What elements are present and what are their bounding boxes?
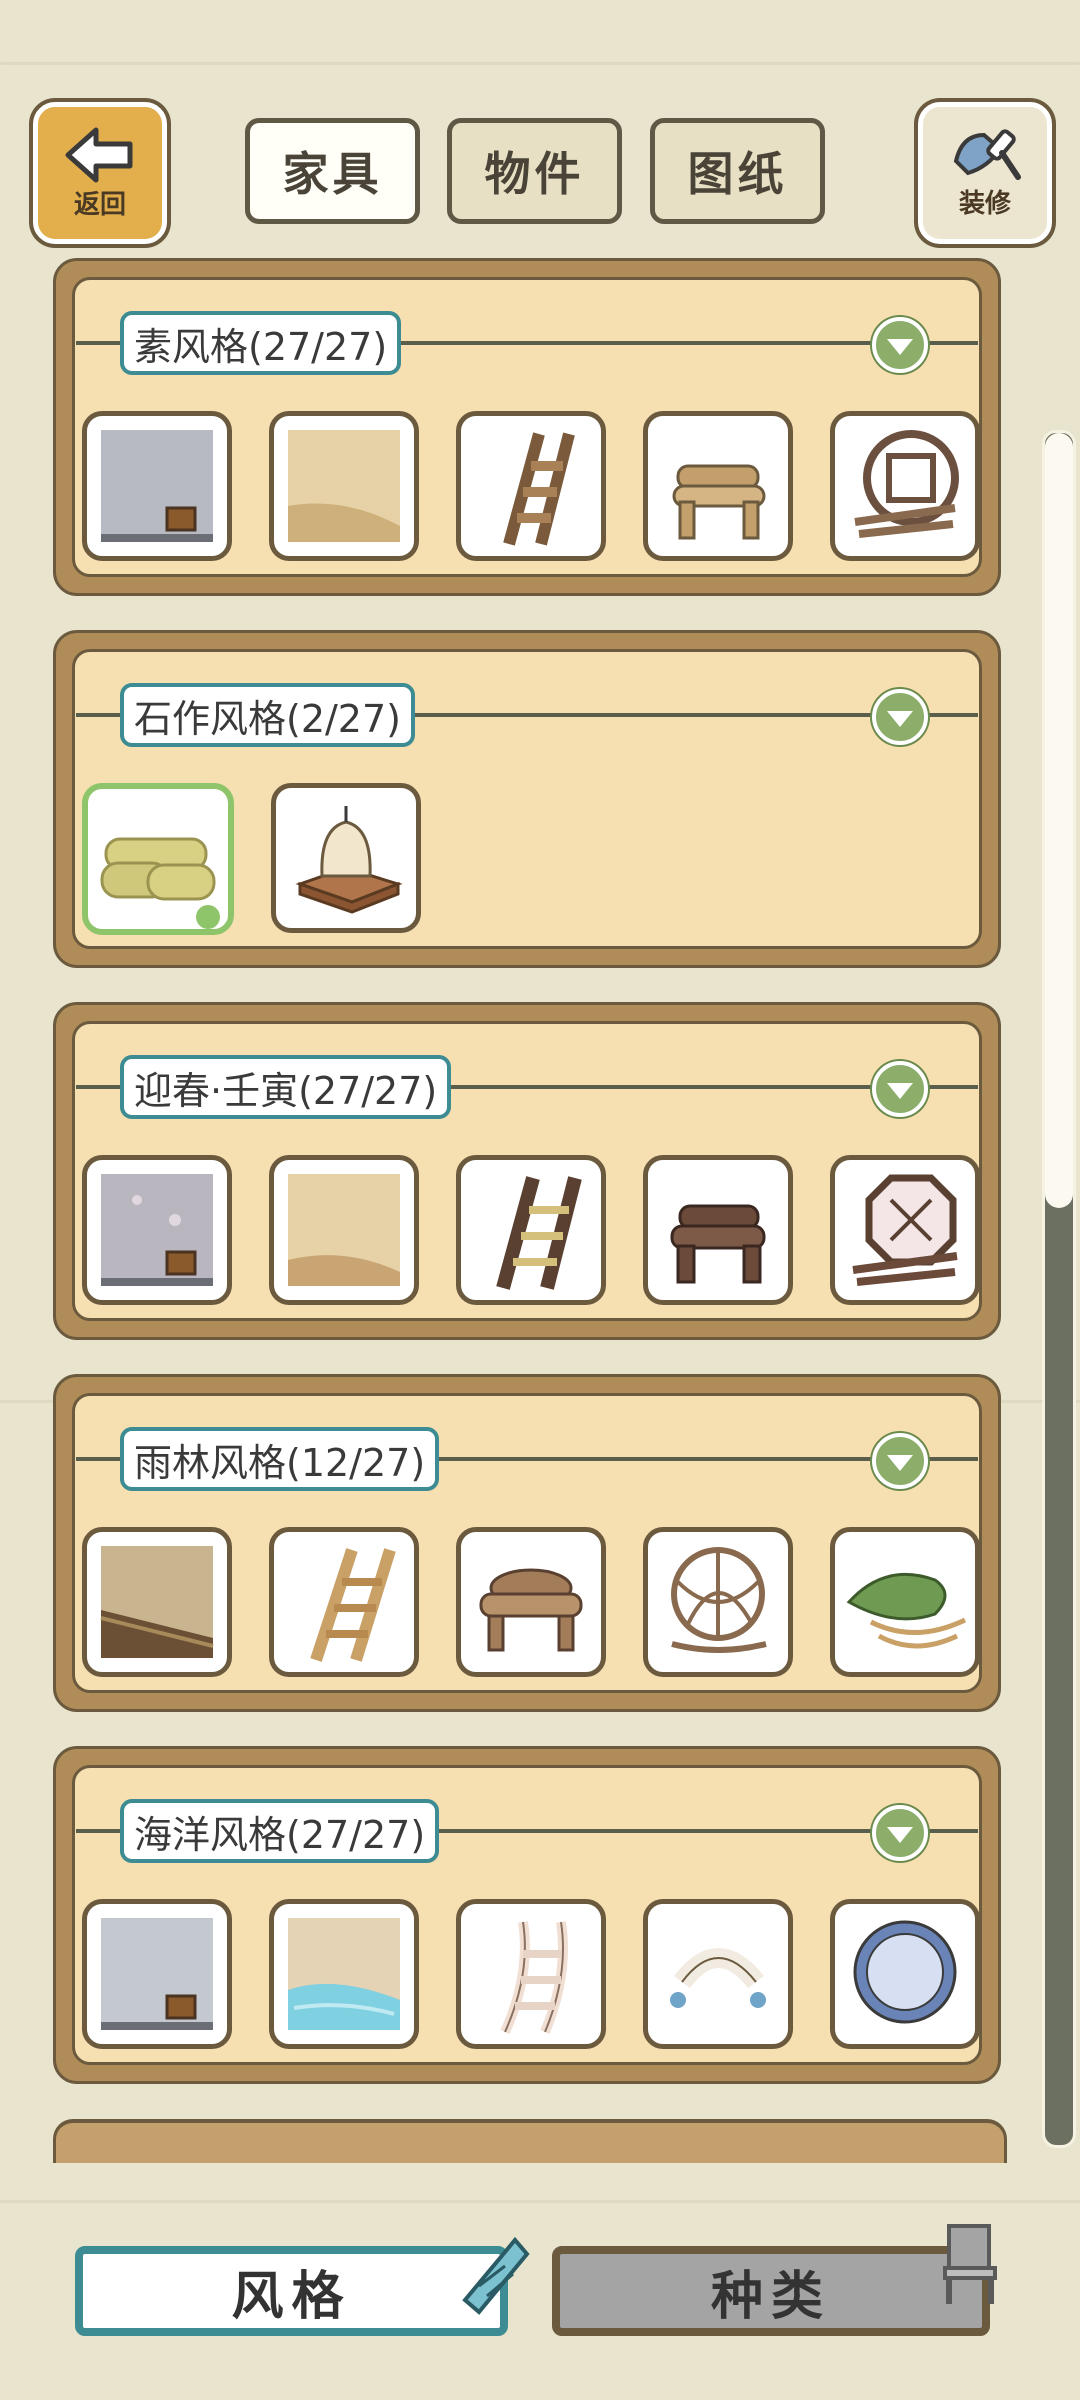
- back-arrow-icon: [65, 127, 133, 182]
- section-title: 雨林风格(12/27): [120, 1427, 440, 1491]
- tab-furniture[interactable]: 家具: [245, 118, 420, 224]
- style-button[interactable]: 风格: [75, 2246, 508, 2336]
- log-table-item[interactable]: [456, 1527, 606, 1677]
- paw-icon: [196, 905, 220, 929]
- ladder-item[interactable]: [456, 411, 606, 561]
- next-section-peek: [53, 2119, 1007, 2163]
- back-label: 返回: [73, 189, 126, 220]
- background-line: [0, 2200, 1080, 2203]
- collapse-toggle-icon[interactable]: [872, 1061, 928, 1117]
- style-section: 素风格(27/27): [53, 258, 1001, 596]
- shell-item[interactable]: [643, 1899, 793, 2049]
- wall-item[interactable]: [82, 411, 232, 561]
- scrollbar-thumb[interactable]: [1045, 433, 1073, 1208]
- log-bench-item[interactable]: [643, 411, 793, 561]
- style-section: 海洋风格(27/27): [53, 1746, 1001, 2084]
- log-bench-item[interactable]: [643, 1155, 793, 1305]
- chair-icon: [943, 2224, 997, 2304]
- style-section: 雨林风格(12/27): [53, 1374, 1001, 1712]
- bottom-nav: 风格 种类: [0, 2224, 1080, 2400]
- stone-lamp-item[interactable]: [271, 783, 421, 933]
- window-item[interactable]: [830, 411, 980, 561]
- style-section: 石作风格(2/27): [53, 630, 1001, 968]
- decorate-button[interactable]: 装修: [918, 102, 1052, 244]
- floor-item[interactable]: [82, 1527, 232, 1677]
- floor-item[interactable]: [269, 411, 419, 561]
- paint-brush-icon: [953, 128, 1021, 180]
- globe-item[interactable]: [643, 1527, 793, 1677]
- section-title: 素风格(27/27): [120, 311, 402, 375]
- ladder-item[interactable]: [456, 1155, 606, 1305]
- tab-blueprints[interactable]: 图纸: [650, 118, 825, 224]
- window-item[interactable]: [830, 1155, 980, 1305]
- porthole-item[interactable]: [830, 1899, 980, 2049]
- style-section: 迎春·壬寅(27/27): [53, 1002, 1001, 1340]
- section-title: 迎春·壬寅(27/27): [120, 1055, 452, 1119]
- back-button[interactable]: 返回: [33, 102, 167, 244]
- floor-item[interactable]: [269, 1899, 419, 2049]
- wall-item[interactable]: [82, 1899, 232, 2049]
- section-title: 海洋风格(27/27): [120, 1799, 440, 1863]
- section-title: 石作风格(2/27): [120, 683, 415, 747]
- wall-item[interactable]: [82, 1155, 232, 1305]
- collapse-toggle-icon[interactable]: [872, 1805, 928, 1861]
- tab-objects[interactable]: 物件: [447, 118, 622, 224]
- top-bar: 返回 家具 物件 图纸 装修: [0, 0, 1080, 250]
- leaf-item[interactable]: [830, 1527, 980, 1677]
- decorate-label: 装修: [958, 188, 1011, 219]
- collapse-toggle-icon[interactable]: [872, 317, 928, 373]
- rug-roll-item[interactable]: [82, 783, 234, 935]
- shell-icon: [462, 2236, 530, 2315]
- collapse-toggle-icon[interactable]: [872, 689, 928, 745]
- ladder-item[interactable]: [269, 1527, 419, 1677]
- floor-item[interactable]: [269, 1155, 419, 1305]
- kind-button[interactable]: 种类: [552, 2246, 990, 2336]
- ladder-item[interactable]: [456, 1899, 606, 2049]
- collapse-toggle-icon[interactable]: [872, 1433, 928, 1489]
